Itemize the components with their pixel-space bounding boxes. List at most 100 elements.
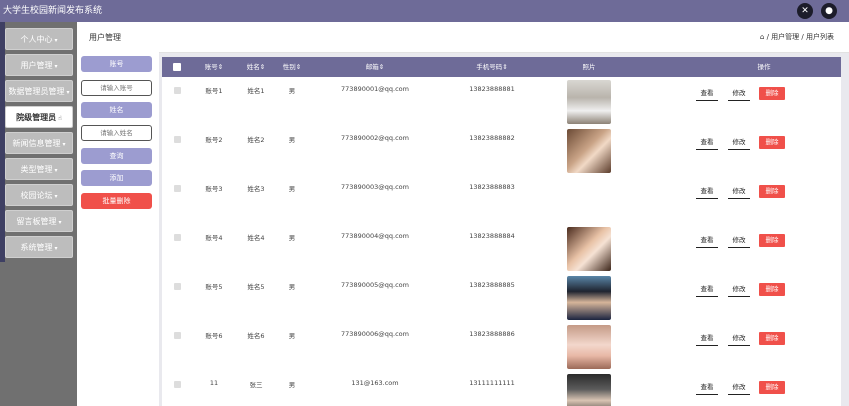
cell-phone: 13823888884: [469, 232, 515, 240]
batch-delete-button[interactable]: 批量删除: [81, 193, 152, 209]
table-row: 账号3 姓名3 男 773890003@qq.com 13823888883 查看 修改 删除: [162, 175, 841, 225]
cell-account: 账号6: [205, 332, 223, 340]
table-row: 账号4 姓名4 男 773890004@qq.com 13823888884 查看 修改 删除: [162, 224, 841, 274]
cell-account: 账号2: [205, 136, 223, 144]
delete-button[interactable]: 删除: [759, 283, 785, 296]
view-button[interactable]: 查看: [696, 381, 718, 395]
sidebar-item-personal-center[interactable]: 个人中心 ▾: [5, 28, 73, 50]
cell-name: 姓名5: [247, 283, 265, 291]
delete-button[interactable]: 删除: [759, 332, 785, 345]
sidebar-item-data-admin[interactable]: 数据管理员管理 ▾: [5, 80, 73, 102]
close-circle-icon[interactable]: ✕: [797, 3, 813, 19]
view-button[interactable]: 查看: [696, 185, 718, 199]
edit-button[interactable]: 修改: [728, 283, 750, 297]
view-button[interactable]: 查看: [696, 332, 718, 346]
sidebar-item-label: 数据管理员管理: [8, 87, 65, 96]
sidebar-item-user-management[interactable]: 用户管理 ▾: [5, 54, 73, 76]
user-photo: [567, 80, 611, 124]
sidebar-item-label: 校园论坛: [20, 191, 53, 200]
cell-email: 773890006@qq.com: [341, 330, 409, 338]
cell-email: 773890004@qq.com: [341, 232, 409, 240]
delete-button[interactable]: 删除: [759, 136, 785, 149]
sidebar-item-system-management[interactable]: 系统管理 ▾: [5, 236, 73, 258]
page-title: 用户管理: [89, 33, 121, 42]
cell-gender: 男: [288, 332, 296, 340]
edit-button[interactable]: 修改: [728, 381, 750, 395]
user-table: 账号⇕ 姓名⇕ 性别⇕ 邮箱⇕ 手机号码⇕ 照片 操作 账号1 姓名1 男 77389…: [162, 57, 841, 406]
user-avatar-icon[interactable]: ●: [821, 3, 837, 19]
chevron-down-icon: ▾: [54, 37, 58, 44]
view-button[interactable]: 查看: [696, 283, 718, 297]
sidebar-item-campus-forum[interactable]: 校园论坛 ▾: [5, 184, 73, 206]
row-checkbox[interactable]: [174, 234, 181, 241]
name-search-input[interactable]: [81, 125, 152, 141]
account-search-input[interactable]: [81, 80, 152, 96]
column-header-email[interactable]: 邮箱⇕: [330, 57, 420, 77]
add-button[interactable]: 添加: [81, 170, 152, 186]
cell-name: 姓名6: [247, 332, 265, 340]
sidebar-item-type-management[interactable]: 类型管理 ▾: [5, 158, 73, 180]
delete-button[interactable]: 删除: [759, 185, 785, 198]
table-row: 账号1 姓名1 男 773890001@qq.com 13823888881 查看 修改 删除: [162, 77, 841, 127]
user-photo: [567, 374, 611, 406]
chevron-down-icon: ▾: [54, 245, 58, 252]
cell-phone: 13823888883: [469, 183, 515, 191]
sidebar-item-label: 个人中心: [20, 35, 53, 44]
cell-email: 773890001@qq.com: [341, 85, 409, 93]
sidebar-item-news-management[interactable]: 新闻信息管理 ▾: [5, 132, 73, 154]
row-checkbox[interactable]: [174, 332, 181, 339]
row-checkbox[interactable]: [174, 136, 181, 143]
cell-gender: 男: [288, 136, 296, 144]
sidebar-item-label: 新闻信息管理: [12, 139, 61, 148]
edit-button[interactable]: 修改: [728, 87, 750, 101]
column-header-account[interactable]: 账号⇕: [200, 57, 228, 77]
cell-gender: 男: [288, 87, 296, 95]
cell-account: 账号4: [205, 234, 223, 242]
column-header-name[interactable]: 姓名⇕: [242, 57, 270, 77]
cell-gender: 男: [288, 381, 296, 389]
cell-phone: 13823888881: [469, 85, 515, 93]
cell-phone: 13823888882: [469, 134, 515, 142]
view-button[interactable]: 查看: [696, 87, 718, 101]
delete-button[interactable]: 删除: [759, 234, 785, 247]
row-checkbox[interactable]: [174, 283, 181, 290]
column-header-gender[interactable]: 性别⇕: [280, 57, 304, 77]
breadcrumb: ⌂ / 用户管理 / 用户列表: [760, 32, 834, 42]
select-all-checkbox[interactable]: [173, 63, 181, 71]
chevron-down-icon: ▾: [54, 193, 58, 200]
cell-account: 账号5: [205, 283, 223, 291]
chevron-down-icon: ▾: [54, 167, 58, 174]
breadcrumb-text[interactable]: / 用户管理 / 用户列表: [767, 33, 834, 41]
edit-button[interactable]: 修改: [728, 332, 750, 346]
home-icon[interactable]: ⌂: [760, 33, 764, 41]
row-checkbox[interactable]: [174, 87, 181, 94]
account-label: 账号: [81, 56, 152, 72]
cell-name: 姓名2: [247, 136, 265, 144]
view-button[interactable]: 查看: [696, 234, 718, 248]
chevron-down-icon: ▾: [62, 141, 66, 148]
sidebar-item-message-board[interactable]: 留言板管理 ▾: [5, 210, 73, 232]
delete-button[interactable]: 删除: [759, 381, 785, 394]
edit-button[interactable]: 修改: [728, 185, 750, 199]
table-row: 账号5 姓名5 男 773890005@qq.com 13823888885 查看 修改 删除: [162, 273, 841, 323]
user-photo: [567, 325, 611, 369]
table-row: 账号2 姓名2 男 773890002@qq.com 13823888882 查看 修改 删除: [162, 126, 841, 176]
app-title: 大学生校园新闻发布系统: [3, 6, 103, 16]
row-checkbox[interactable]: [174, 381, 181, 388]
filter-panel: 账号 姓名 查询 添加 批量删除: [77, 52, 159, 406]
delete-button[interactable]: 删除: [759, 87, 785, 100]
column-header-phone[interactable]: 手机号码⇕: [460, 57, 524, 77]
edit-button[interactable]: 修改: [728, 234, 750, 248]
cell-email: 131@163.com: [351, 379, 399, 387]
view-button[interactable]: 查看: [696, 136, 718, 150]
column-header-photo: 照片: [582, 63, 596, 71]
sidebar-item-college-admin[interactable]: 院级管理员 ☝: [5, 106, 73, 128]
cell-name: 张三: [249, 381, 263, 389]
search-button[interactable]: 查询: [81, 148, 152, 164]
row-checkbox[interactable]: [174, 185, 181, 192]
sidebar-item-label: 类型管理: [20, 165, 53, 174]
column-header-actions: 操作: [757, 63, 771, 71]
edit-button[interactable]: 修改: [728, 136, 750, 150]
chevron-down-icon: ▾: [66, 89, 70, 96]
chevron-down-icon: ▾: [58, 219, 62, 226]
